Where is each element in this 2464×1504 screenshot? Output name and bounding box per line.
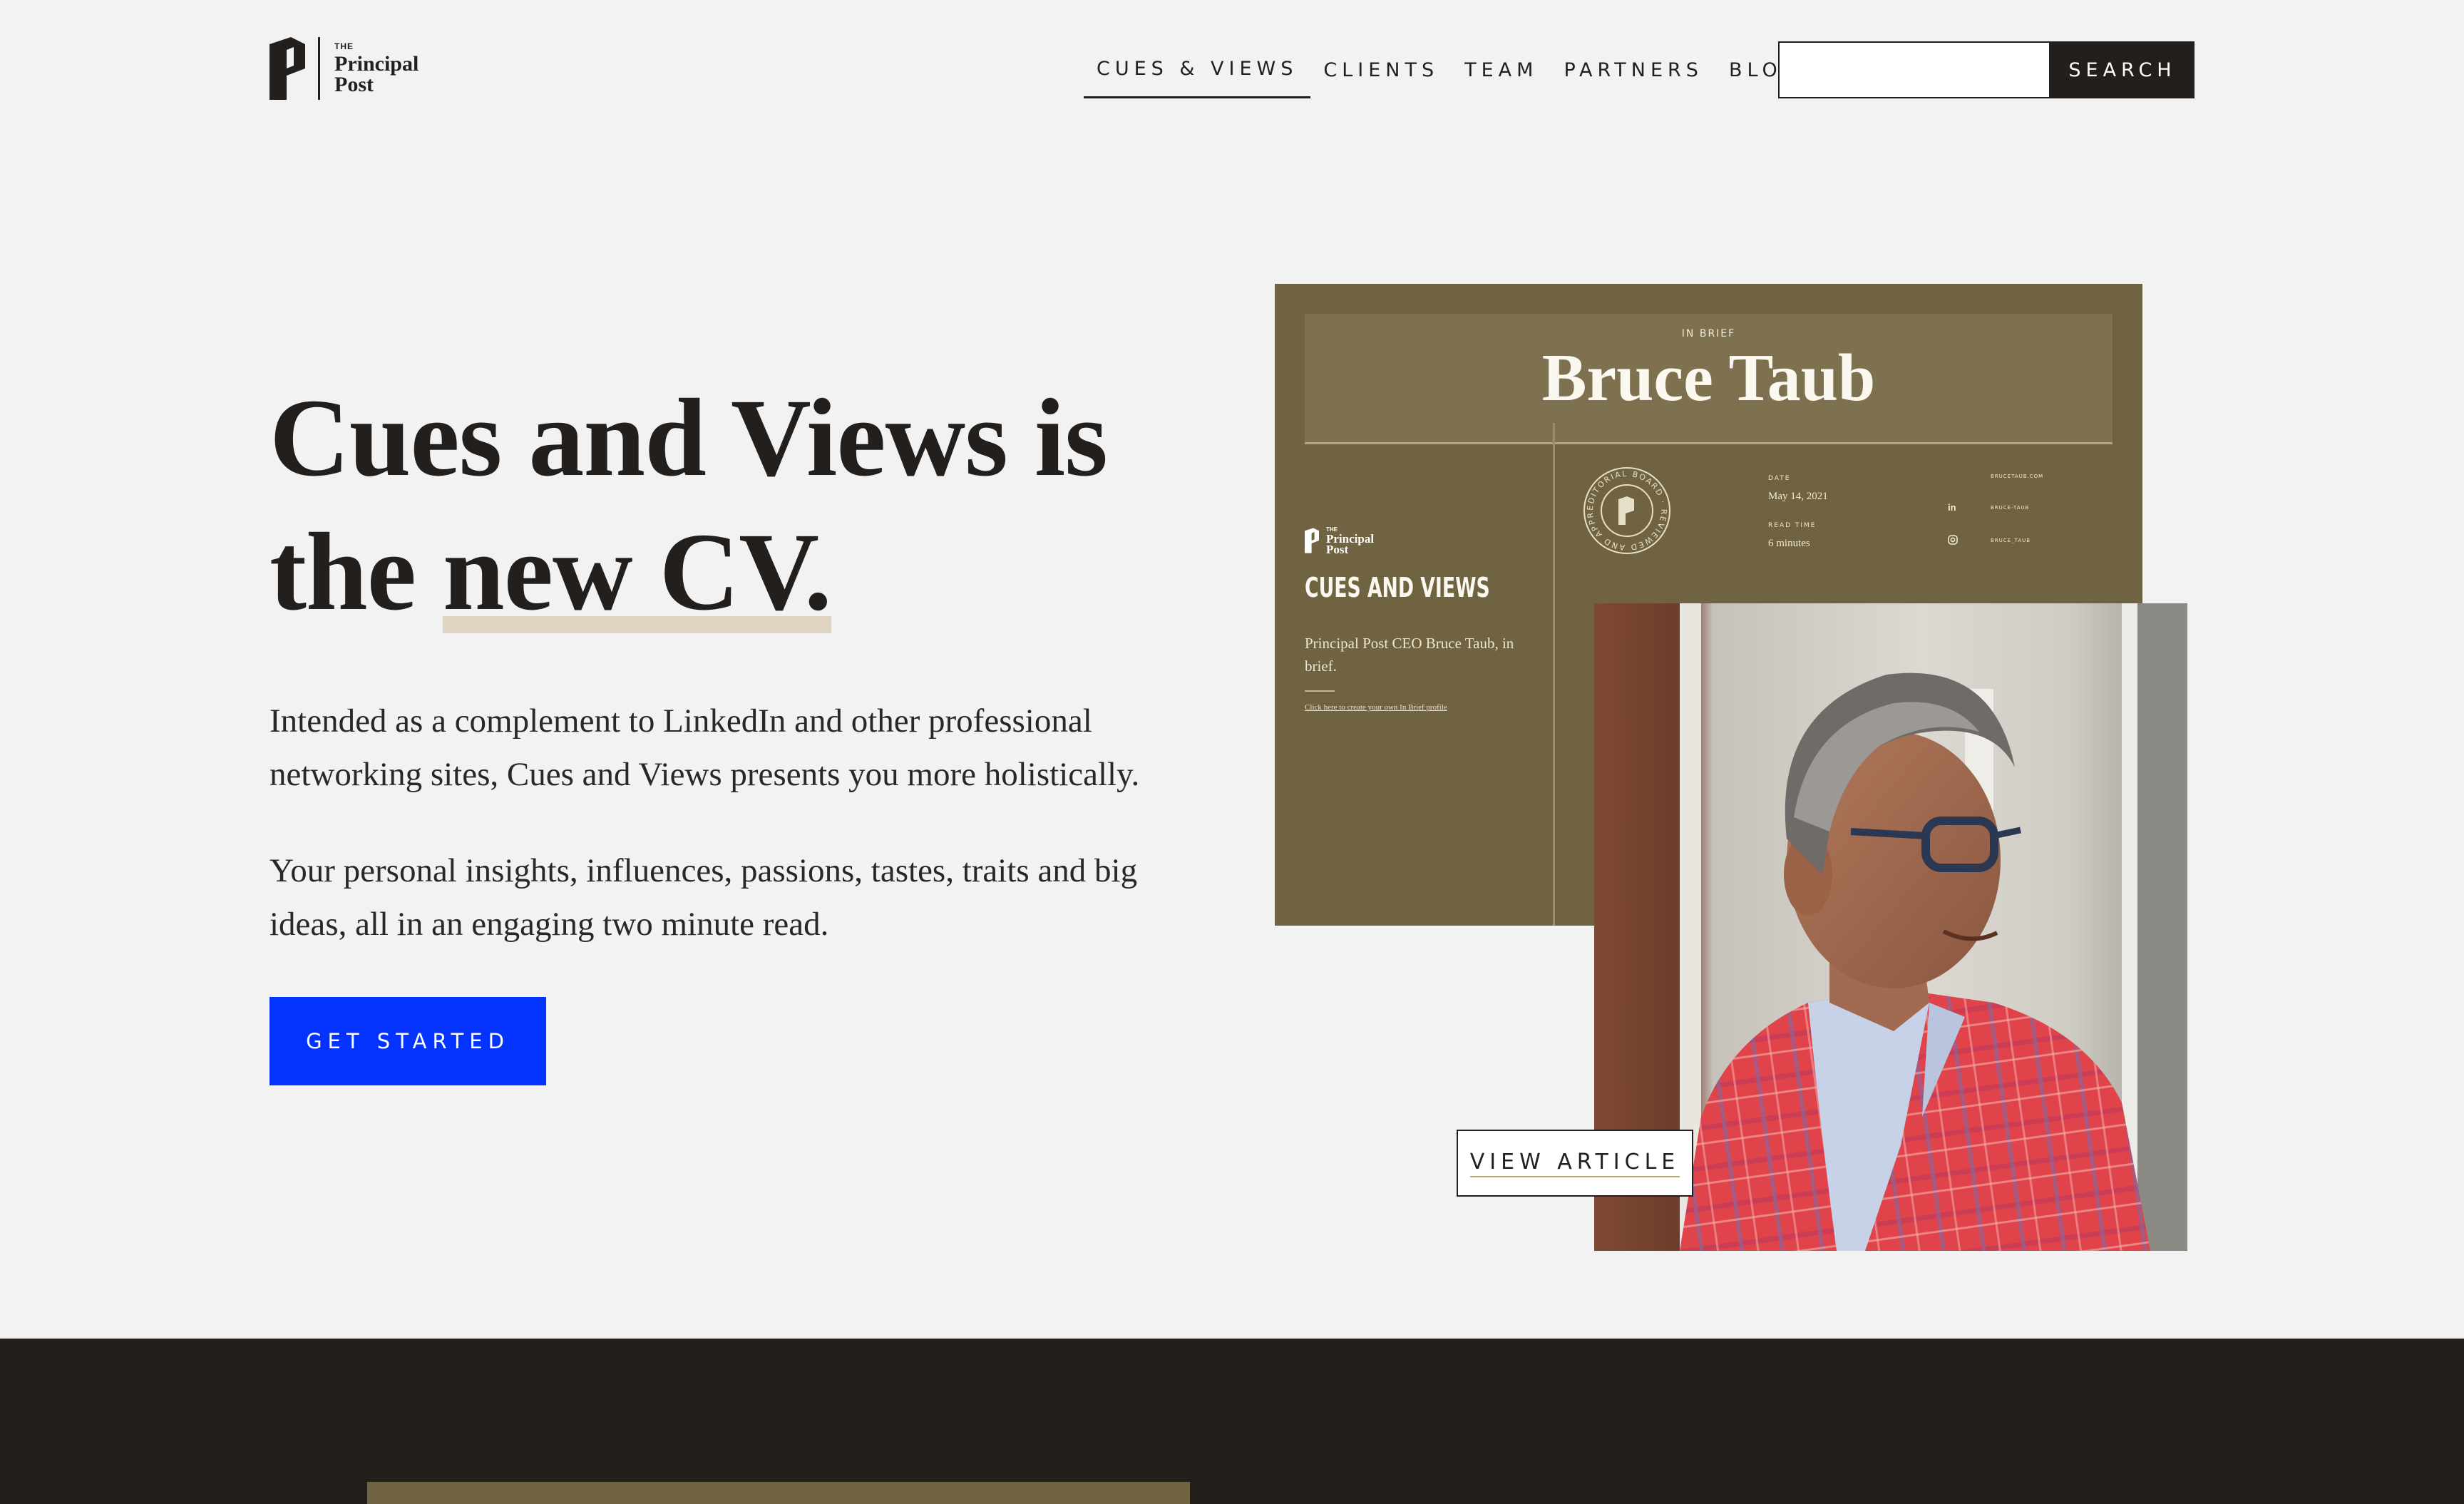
- intro-paragraph-1: Intended as a complement to LinkedIn and…: [270, 702, 1140, 793]
- card-logo-wordmark: THE Principal Post: [1326, 526, 1374, 556]
- editorial-seal-icon: EDITORIAL BOARD · REVIEWED AND APPROVED …: [1581, 465, 1670, 554]
- card-description: Principal Post CEO Bruce Taub, in brief.: [1305, 635, 1514, 675]
- read-time-value: 6 minutes: [1768, 538, 1810, 549]
- date-label: DATE: [1768, 475, 1791, 482]
- headline-emphasis: new CV.: [442, 510, 832, 633]
- intro-paragraph-2: Your personal insights, influences, pass…: [270, 852, 1138, 943]
- nav-cues-and-views[interactable]: CUES & VIEWS: [1084, 41, 1311, 98]
- logo-the: THE: [334, 41, 354, 51]
- view-article-button[interactable]: VIEW ARTICLE: [1457, 1130, 1693, 1197]
- nav-clients[interactable]: CLIENTS: [1310, 41, 1452, 98]
- headline-line-1: Cues and Views is: [270, 376, 1108, 499]
- read-time-label: READ TIME: [1768, 522, 1817, 529]
- card-logo-line2: Post: [1326, 543, 1349, 556]
- card-title: CUES AND VIEWS: [1305, 572, 1490, 603]
- dark-section-card-edge: [367, 1482, 1190, 1504]
- card-header: IN BRIEF Bruce Taub: [1305, 314, 2113, 444]
- date-value: May 14, 2021: [1768, 491, 1828, 502]
- linkedin-icon: in: [1948, 502, 1956, 513]
- main-nav: CUES & VIEWS CLIENTS TEAM PARTNERS BLOG: [1084, 41, 1815, 100]
- card-kicker: IN BRIEF: [1681, 328, 1736, 339]
- logo-wordmark: THE Principal Post: [334, 41, 419, 96]
- card-logo: THE Principal Post: [1305, 526, 1374, 556]
- hero-headline: Cues and Views is the new CV.: [270, 371, 1196, 639]
- card-rule: [1305, 690, 1335, 692]
- view-article-label: VIEW ARTICLE: [1469, 1150, 1680, 1177]
- principal-post-logo-icon: [1305, 528, 1319, 553]
- website-link[interactable]: BRUCETAUB.COM: [1991, 474, 2043, 479]
- logo-divider: [318, 37, 320, 100]
- site-logo[interactable]: THE Principal Post: [270, 36, 419, 101]
- nav-partners[interactable]: PARTNERS: [1551, 41, 1715, 98]
- logo-post: Post: [334, 73, 374, 96]
- get-started-button[interactable]: GET STARTED: [270, 997, 546, 1085]
- headline-line-2-prefix: the: [270, 510, 443, 633]
- search-button[interactable]: SEARCH: [2050, 41, 2194, 98]
- headline-line-2: the new CV.: [270, 505, 1196, 639]
- search-form: SEARCH: [1778, 41, 2194, 98]
- card-divider: [1553, 423, 1555, 926]
- logo-principal: Principal: [334, 52, 419, 76]
- instagram-handle[interactable]: BRUCE_TAUB: [1991, 538, 2031, 543]
- instagram-icon: [1948, 535, 1958, 545]
- card-person-name: Bruce Taub: [1541, 341, 1876, 415]
- principal-post-logo-icon: [270, 37, 305, 100]
- nav-team[interactable]: TEAM: [1452, 41, 1551, 98]
- dark-section: [0, 1339, 2464, 1504]
- search-input[interactable]: [1778, 41, 2050, 98]
- linkedin-handle[interactable]: BRUCE-TAUB: [1991, 505, 2029, 511]
- card-create-profile-link[interactable]: Click here to create your own In Brief p…: [1305, 703, 1447, 712]
